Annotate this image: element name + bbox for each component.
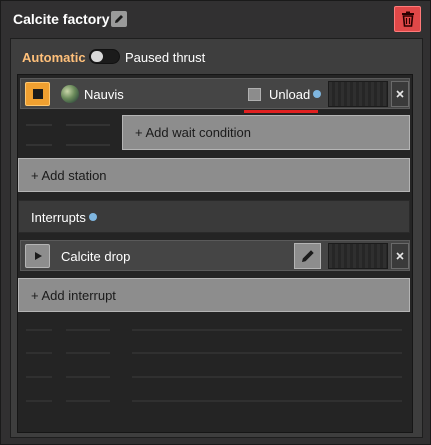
add-interrupt-button[interactable]: + Add interrupt [18,278,410,312]
train-schedule-panel: Calcite factory Automatic Paused thrust [0,0,431,445]
empty-slot-line [132,352,402,354]
interrupt-slot-strip [328,243,388,269]
trash-icon [401,11,414,27]
interrupts-label: Interrupts [31,210,97,225]
paused-thrust-label: Paused thrust [125,50,206,65]
empty-slot-line [26,329,52,331]
empty-slot-line [26,376,52,378]
station-row[interactable]: Nauvis Unload [20,78,410,109]
schedule-content: Automatic Paused thrust Nauvis Unload + … [10,38,423,438]
empty-slot-line [132,400,402,402]
empty-slot-line [26,352,52,354]
go-to-station-button[interactable] [25,82,50,106]
play-icon [34,252,42,260]
interrupts-text: Interrupts [31,210,86,225]
stop-icon [32,89,43,99]
close-icon [396,90,404,98]
info-icon[interactable] [88,213,97,221]
remove-station-button[interactable] [391,81,409,107]
condition-slot-line [66,124,110,126]
delete-button[interactable] [394,6,421,32]
edit-interrupt-button[interactable] [294,243,321,269]
empty-slot-line [132,376,402,378]
empty-slot-line [66,400,110,402]
empty-slots-area [18,319,412,429]
toggle-knob [91,51,103,62]
condition-slot-line [26,124,52,126]
unload-highlight-underline [244,110,318,113]
interrupts-header: Interrupts [18,200,410,233]
station-slot-strip [328,81,388,107]
nauvis-planet-icon [61,85,79,103]
trigger-interrupt-button[interactable] [25,244,50,268]
condition-slot-line [26,144,52,146]
pencil-icon [301,250,314,262]
interrupt-name: Calcite drop [61,249,131,264]
unload-checkbox[interactable] [248,88,261,101]
add-station-button[interactable]: + Add station [18,158,410,192]
condition-slot-line [66,144,110,146]
add-wait-condition-button[interactable]: + Add wait condition [122,115,410,150]
interrupt-row[interactable]: Calcite drop [20,240,410,271]
automatic-toggle[interactable] [89,49,120,64]
schedule-list: Nauvis Unload + Add wait condition + Add… [17,74,413,433]
station-name: Nauvis [84,87,124,102]
empty-slot-line [66,352,110,354]
empty-slot-line [26,400,52,402]
mode-row: Automatic Paused thrust [11,39,422,73]
titlebar: Calcite factory [1,1,430,38]
empty-slot-line [66,376,110,378]
close-icon [396,252,404,260]
unload-text: Unload [269,87,311,102]
empty-slot-line [66,329,110,331]
remove-interrupt-button[interactable] [391,243,409,269]
rename-button[interactable] [111,11,127,27]
pencil-icon [115,15,123,23]
unload-label: Unload [269,87,322,102]
empty-slot-line [132,329,402,331]
automatic-label: Automatic [22,50,86,65]
info-icon[interactable] [313,90,322,98]
panel-title: Calcite factory [13,11,110,27]
